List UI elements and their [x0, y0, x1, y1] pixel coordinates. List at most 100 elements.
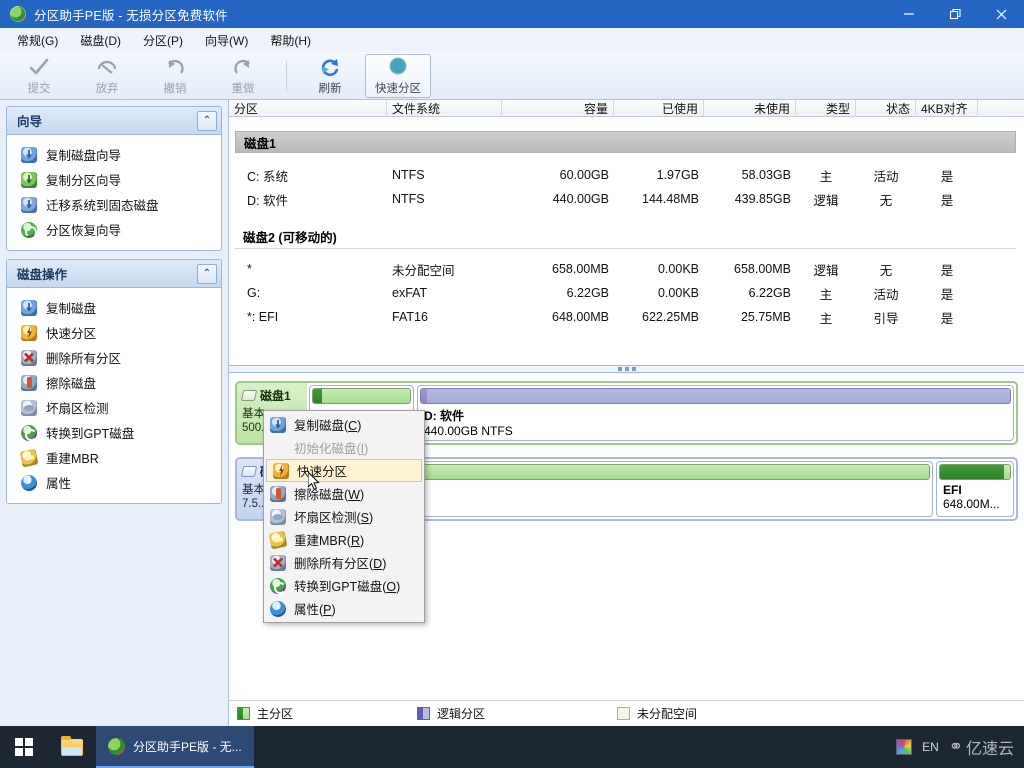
toolbar-redo-button[interactable]: 重做: [210, 54, 276, 98]
cell-partition: *: EFI: [247, 310, 279, 324]
disk-map-partition-label: EFI: [943, 483, 962, 497]
sidebar-item-copy-disk[interactable]: 复制磁盘: [7, 295, 221, 320]
cell-status: 引导: [873, 311, 899, 326]
sidebar-item-label: 坏扇区检测: [46, 402, 109, 416]
toolbar: 提交 放弃 撤销 重做 刷新 快速分区: [0, 52, 1024, 100]
context-menu-item-quick-partition[interactable]: 快速分区: [266, 459, 422, 482]
sidebar-item-migrate-system[interactable]: 迁移系统到固态磁盘: [7, 192, 221, 217]
disk-map-partition-efi[interactable]: EFI 648.00M...: [936, 461, 1014, 517]
toolbar-undo-button[interactable]: 撤销: [142, 54, 208, 98]
sidebar-item-label: 转换到GPT磁盘: [46, 427, 135, 441]
toolbar-discard-label: 放弃: [95, 82, 119, 95]
logical-partition-swatch-icon: [417, 707, 430, 720]
column-header-used[interactable]: 已使用: [614, 100, 704, 117]
column-header-capacity[interactable]: 容量: [502, 100, 614, 117]
sidebar-item-partition-recovery[interactable]: 分区恢复向导: [7, 217, 221, 242]
column-header-type[interactable]: 类型: [796, 100, 856, 117]
sidebar-item-properties[interactable]: 属性: [7, 470, 221, 495]
sidebar-item-copy-partition-wizard[interactable]: 复制分区向导: [7, 167, 221, 192]
cell-used: 144.48MB: [642, 192, 699, 206]
sidebar-item-bad-sector-check[interactable]: 坏扇区检测: [7, 395, 221, 420]
sidebar-item-quick-partition[interactable]: 快速分区: [7, 320, 221, 345]
disk-operations-panel-title: 磁盘操作: [17, 268, 68, 282]
menu-partition[interactable]: 分区(P): [132, 29, 194, 52]
cell-status: 无: [879, 263, 893, 278]
table-row[interactable]: G: exFAT 6.22GB 0.00KB 6.22GB 主 活动 是: [229, 281, 1024, 305]
context-menu-label: 转换到GPT磁盘(O): [294, 580, 401, 594]
table-row[interactable]: * 未分配空间 658.00MB 0.00KB 658.00MB 逻辑 无 是: [229, 257, 1024, 281]
toolbar-quick-partition-button[interactable]: 快速分区: [365, 53, 431, 98]
cell-used: 0.00KB: [657, 262, 699, 276]
menu-general[interactable]: 常规(G): [6, 29, 69, 52]
context-menu-item-wipe-disk[interactable]: 擦除磁盘(W): [264, 482, 424, 505]
column-header-free[interactable]: 未使用: [704, 100, 796, 117]
table-row[interactable]: *: EFI FAT16 648.00MB 622.25MB 25.75MB 主…: [229, 305, 1024, 329]
table-row[interactable]: C: 系统 NTFS 60.00GB 1.97GB 58.03GB 主 活动 是: [229, 163, 1024, 187]
context-menu-item-rebuild-mbr[interactable]: 重建MBR(R): [264, 528, 424, 551]
sidebar-item-wipe-disk[interactable]: 擦除磁盘: [7, 370, 221, 395]
table-row[interactable]: D: 软件 NTFS 440.00GB 144.48MB 439.85GB 逻辑…: [229, 187, 1024, 211]
sidebar-item-label: 重建MBR: [46, 452, 99, 466]
column-header-alignment[interactable]: 4KB对齐: [916, 100, 978, 117]
check-icon: [28, 56, 50, 78]
properties-icon: [270, 600, 286, 617]
window-title: 分区助手PE版 - 无损分区免费软件: [34, 8, 228, 23]
toolbar-discard-button[interactable]: 放弃: [74, 54, 140, 98]
color-profile-icon[interactable]: [896, 739, 913, 755]
input-language-indicator[interactable]: EN: [922, 740, 939, 754]
disk-1-name: 磁盘1: [260, 389, 291, 403]
disk-operations-panel: 磁盘操作 ⌃ 复制磁盘 快速分区 删除所有分区 擦除磁盘 坏扇区检测 转换到GP…: [6, 259, 222, 504]
sidebar-item-copy-disk-wizard[interactable]: 复制磁盘向导: [7, 142, 221, 167]
column-header-filesystem[interactable]: 文件系统: [387, 100, 502, 117]
sidebar-item-label: 属性: [46, 477, 72, 491]
cell-filesystem: FAT16: [392, 310, 428, 324]
disk-group-header-2: 磁盘2 (可移动的): [235, 225, 1016, 249]
maximize-button[interactable]: [932, 0, 978, 28]
cell-free: 25.75MB: [740, 310, 791, 324]
cell-partition: C: 系统: [247, 169, 288, 184]
context-menu-label: 快速分区: [297, 465, 348, 479]
context-menu-item-copy-disk[interactable]: 复制磁盘(C): [264, 413, 424, 436]
folder-icon: [61, 735, 83, 756]
cell-free: 6.22GB: [748, 286, 791, 300]
start-button[interactable]: [0, 726, 48, 768]
context-menu-item-properties[interactable]: 属性(P): [264, 597, 424, 620]
disk-cube-icon: [240, 390, 258, 401]
cell-partition: G:: [247, 286, 261, 300]
menu-disk[interactable]: 磁盘(D): [69, 29, 132, 52]
sidebar-item-delete-all-partitions[interactable]: 删除所有分区: [7, 345, 221, 370]
minimize-button[interactable]: [886, 0, 932, 28]
discard-icon: [96, 56, 118, 78]
sidebar-item-rebuild-mbr[interactable]: 重建MBR: [7, 445, 221, 470]
watermark: ⚭ 亿速云: [949, 735, 1014, 759]
context-menu-item-convert-gpt[interactable]: 转换到GPT磁盘(O): [264, 574, 424, 597]
quick-partition-icon: [273, 462, 289, 479]
taskbar-app-partition-assistant[interactable]: 分区助手PE版 - 无...: [96, 726, 254, 768]
menu-help[interactable]: 帮助(H): [259, 29, 322, 52]
toolbar-refresh-button[interactable]: 刷新: [297, 54, 363, 98]
context-menu-label: 复制磁盘(C): [294, 419, 362, 433]
usage-bar: [420, 388, 1011, 404]
usage-bar-used: [313, 389, 322, 403]
disk-cube-icon: [240, 466, 258, 477]
file-explorer-button[interactable]: [48, 726, 96, 768]
close-button[interactable]: [978, 0, 1024, 28]
context-menu-item-bad-sector-check[interactable]: 坏扇区检测(S): [264, 505, 424, 528]
table-spacer: [229, 117, 1024, 131]
cell-capacity: 60.00GB: [559, 168, 609, 182]
wizard-panel-header: 向导 ⌃: [7, 107, 221, 135]
usage-bar: [939, 464, 1011, 480]
chevron-up-icon[interactable]: ⌃: [197, 263, 217, 284]
disk-map-partition-d[interactable]: D: 软件 440.00GB NTFS: [417, 385, 1014, 441]
panel-splitter[interactable]: [229, 365, 1024, 373]
context-menu-item-delete-all-partitions[interactable]: 删除所有分区(D): [264, 551, 424, 574]
menu-wizard[interactable]: 向导(W): [194, 29, 259, 52]
column-header-partition[interactable]: 分区: [229, 100, 387, 117]
column-header-status[interactable]: 状态: [856, 100, 916, 117]
sidebar-item-convert-gpt[interactable]: 转换到GPT磁盘: [7, 420, 221, 445]
toolbar-commit-button[interactable]: 提交: [6, 54, 72, 98]
partition-assistant-icon: [108, 737, 125, 755]
title-bar: 分区助手PE版 - 无损分区免费软件: [0, 0, 1024, 28]
chevron-up-icon[interactable]: ⌃: [197, 110, 217, 131]
cell-type: 逻辑: [813, 263, 839, 278]
